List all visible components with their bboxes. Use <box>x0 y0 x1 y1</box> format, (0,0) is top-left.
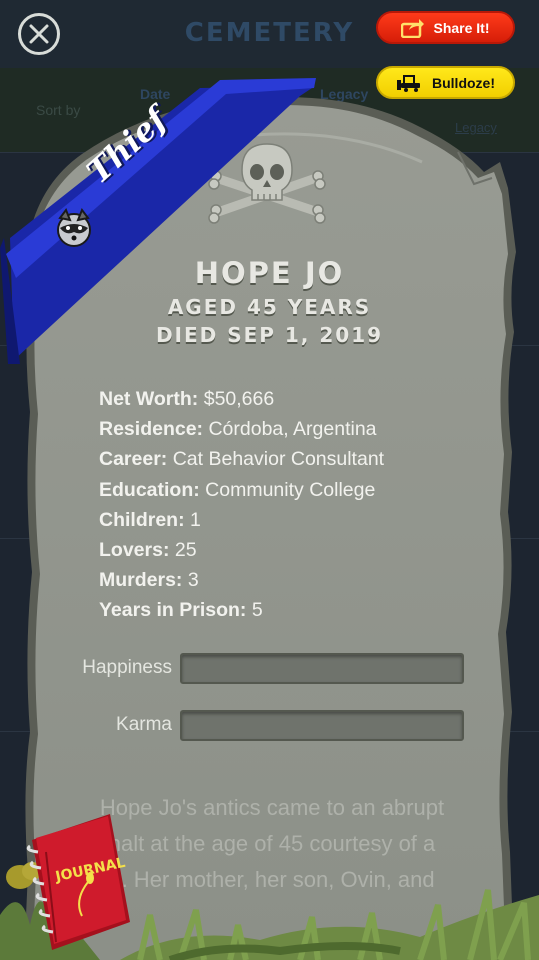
stat-lovers: Lovers: 25 <box>99 538 197 561</box>
bulldoze-button-label: Bulldoze! <box>432 74 495 91</box>
stat-murders: Murders: 3 <box>99 569 199 592</box>
bulldozer-icon <box>397 74 420 92</box>
happiness-meter <box>180 653 464 684</box>
raccoon-icon <box>57 207 91 247</box>
share-button[interactable]: Share It! <box>376 11 515 44</box>
journal-icon[interactable] <box>26 812 136 952</box>
bulldoze-button[interactable]: Bulldoze! <box>376 66 515 99</box>
close-icon <box>29 24 49 44</box>
stat-education: Education: Community College <box>99 478 376 501</box>
stat-net-worth: Net Worth: $50,666 <box>99 388 275 410</box>
stats-list: Net Worth: $50,666 Residence: Córdoba, A… <box>99 385 479 627</box>
karma-label: Karma <box>116 714 172 735</box>
share-button-label: Share It! <box>433 19 490 36</box>
stat-career: Career: Cat Behavior Consultant <box>99 448 385 471</box>
stat-years-in-prison: Years in Prison: 5 <box>99 599 263 622</box>
close-button[interactable] <box>18 13 60 55</box>
share-icon <box>401 18 425 38</box>
karma-meter <box>180 710 464 741</box>
stat-residence: Residence: Córdoba, Argentina <box>99 418 377 441</box>
happiness-label: Happiness <box>82 657 172 678</box>
stat-children: Children: 1 <box>99 508 201 531</box>
